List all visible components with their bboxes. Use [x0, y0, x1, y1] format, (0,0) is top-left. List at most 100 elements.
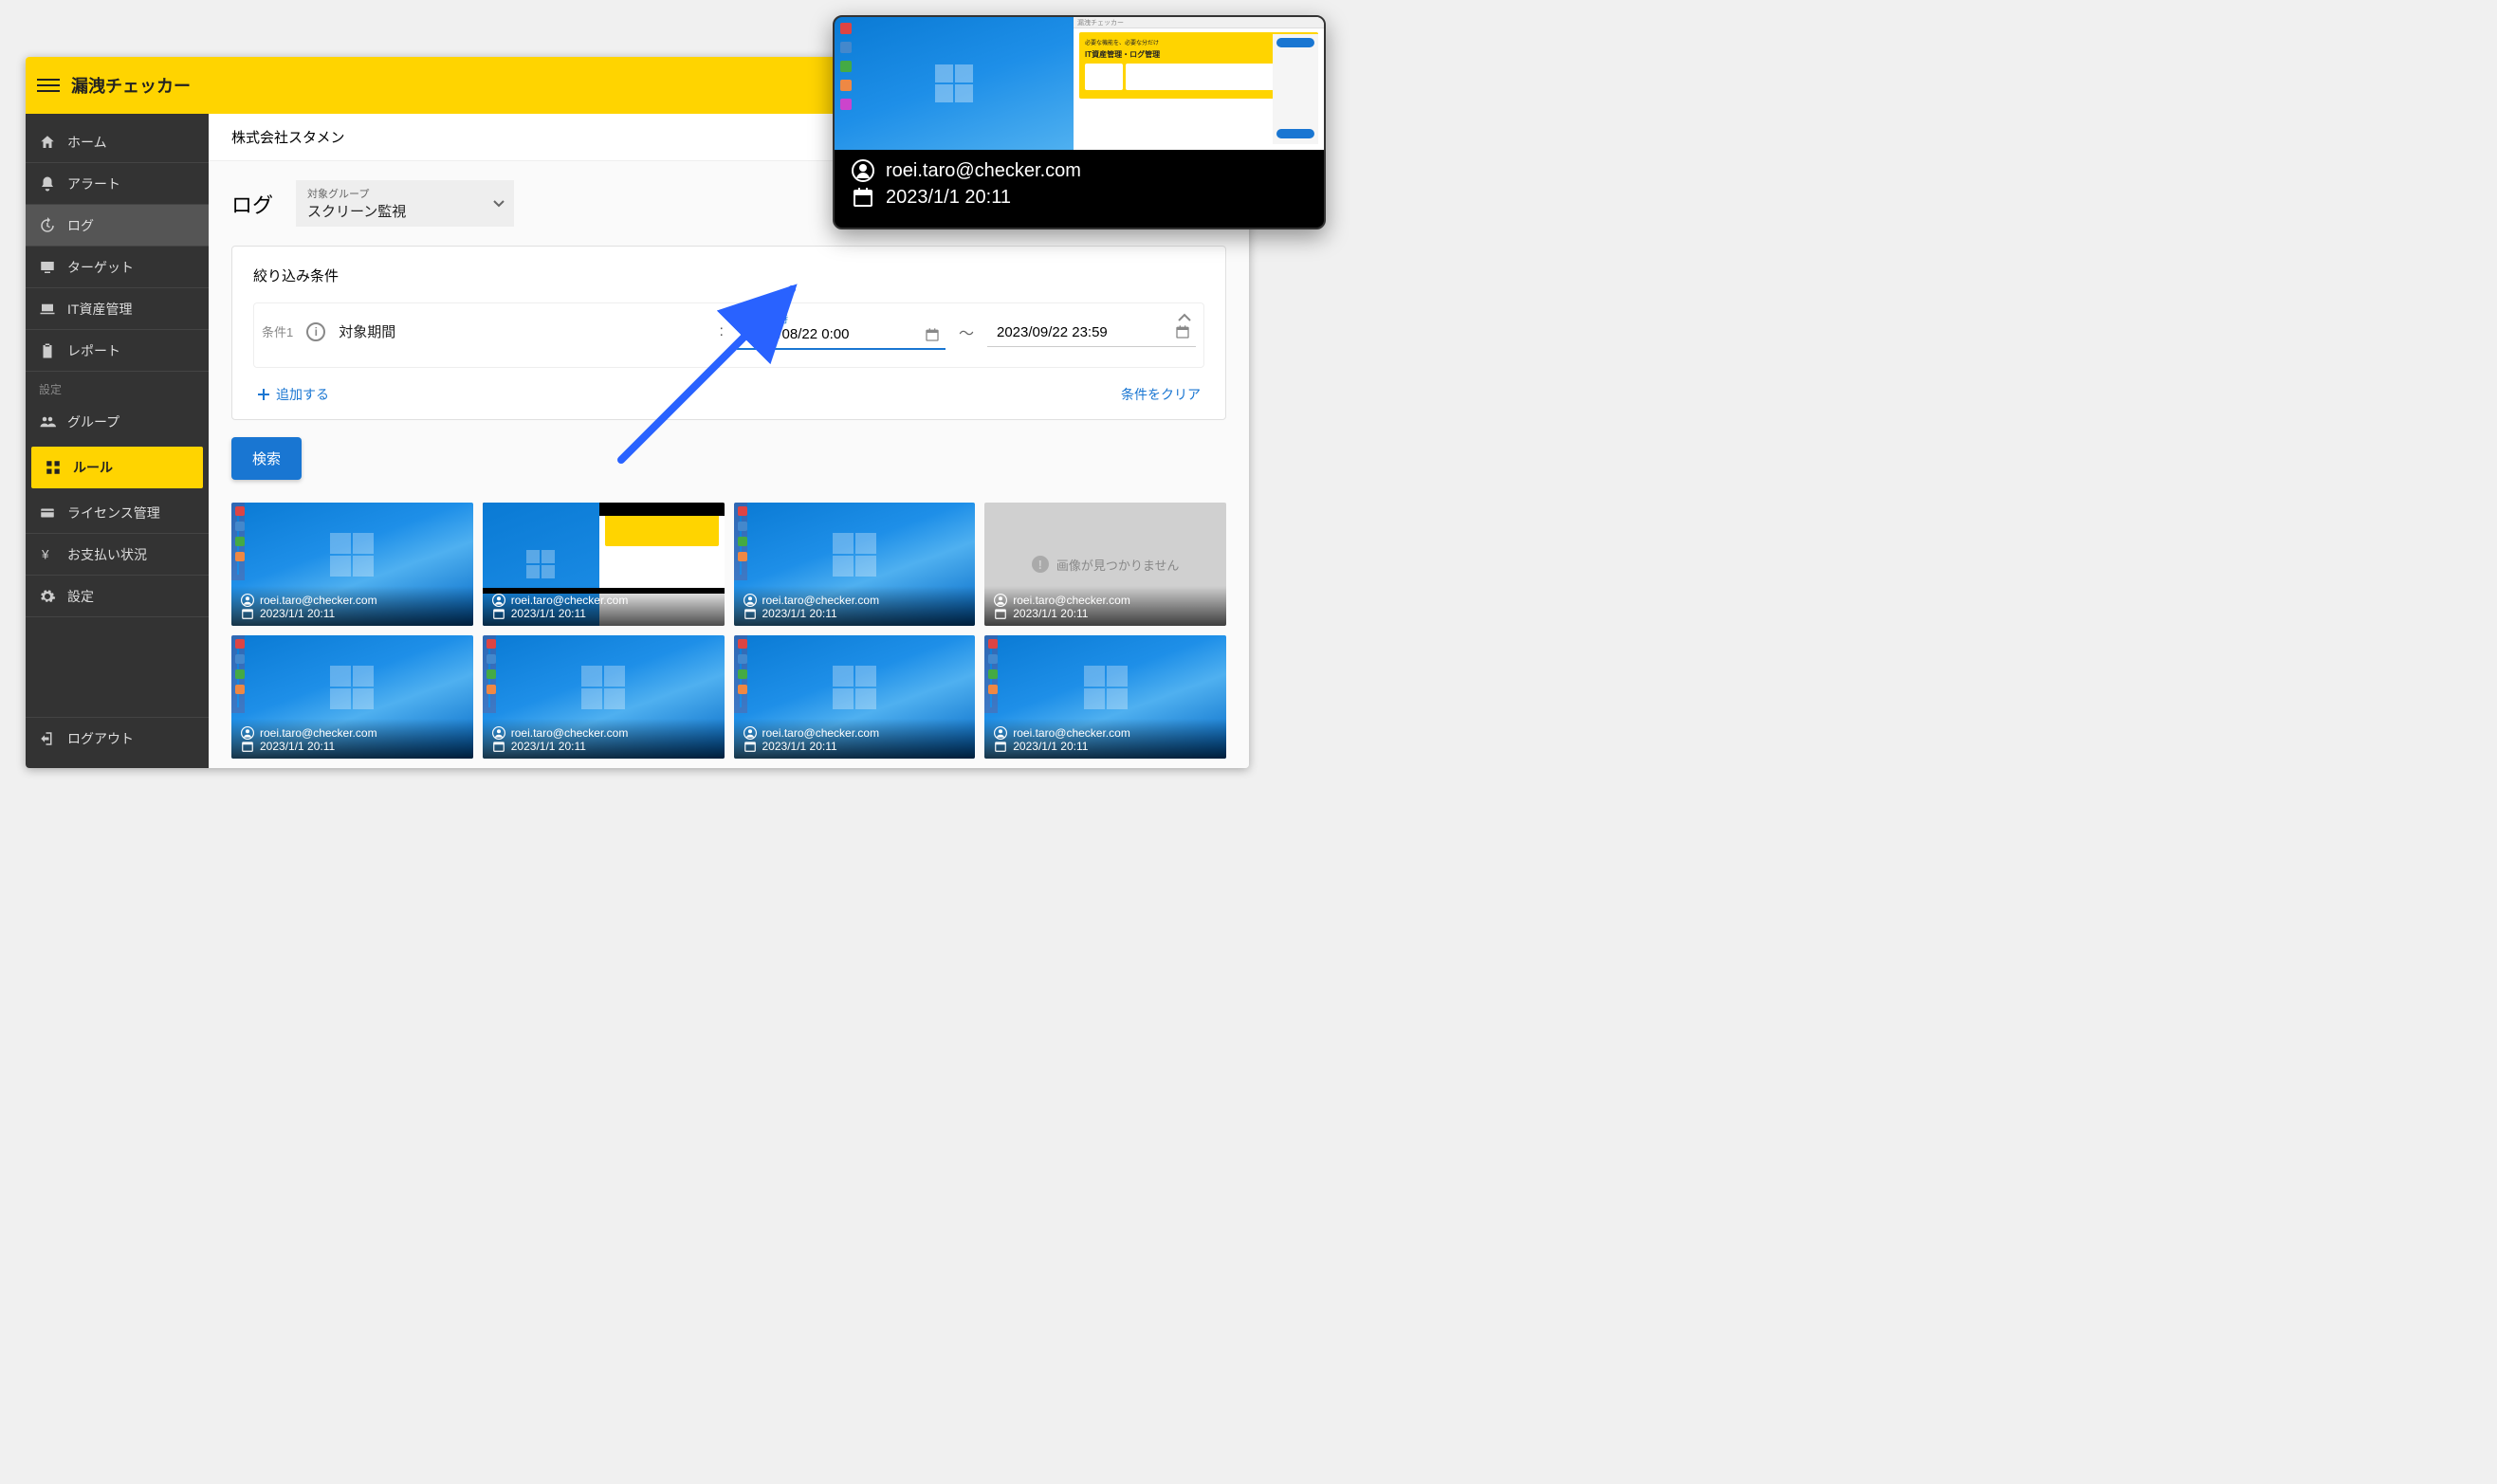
thumbnail-overlay: roei.taro@checker.com 2023/1/1 20:11 — [483, 586, 725, 626]
not-found-text: 画像が見つかりません — [1056, 556, 1180, 574]
thumb-user: roei.taro@checker.com — [260, 726, 377, 740]
person-icon — [852, 159, 874, 182]
card-icon — [39, 504, 56, 522]
sidebar-item-alert[interactable]: アラート — [26, 163, 209, 205]
end-date-input[interactable] — [987, 317, 1196, 347]
calendar-icon[interactable] — [925, 327, 940, 342]
thumbnail-overlay: roei.taro@checker.com 2023/1/1 20:11 — [984, 586, 1226, 626]
sidebar-item-label: 設定 — [67, 587, 94, 606]
sidebar-item-group[interactable]: グループ — [26, 401, 209, 443]
person-icon — [241, 726, 254, 740]
calendar-icon — [852, 186, 874, 209]
grid-icon — [45, 459, 62, 476]
sidebar-item-payment[interactable]: ¥ お支払い状況 — [26, 534, 209, 576]
sidebar-item-rule[interactable]: ルール — [31, 447, 203, 488]
sidebar: ホーム アラート ログ ターゲット IT資産管理 — [26, 114, 209, 768]
sidebar-item-log[interactable]: ログ — [26, 205, 209, 247]
result-thumbnail[interactable]: roei.taro@checker.com 2023/1/1 20:11 — [984, 635, 1226, 759]
logout-button[interactable]: ログアウト — [26, 717, 209, 759]
thumb-user: roei.taro@checker.com — [1013, 594, 1130, 607]
thumbnail-overlay: roei.taro@checker.com 2023/1/1 20:11 — [231, 586, 473, 626]
logout-label: ログアウト — [67, 729, 134, 748]
collapse-icon[interactable] — [1177, 313, 1192, 322]
thumbnail-overlay: roei.taro@checker.com 2023/1/1 20:11 — [734, 719, 976, 759]
thumbnail-overlay: roei.taro@checker.com 2023/1/1 20:11 — [231, 719, 473, 759]
sidebar-item-label: アラート — [67, 174, 120, 193]
result-thumbnail[interactable]: ! 画像が見つかりません roei.taro@checker.com 2023/1… — [984, 503, 1226, 626]
result-thumbnail[interactable]: roei.taro@checker.com 2023/1/1 20:11 — [231, 635, 473, 759]
calendar-icon — [241, 607, 254, 620]
sidebar-item-home[interactable]: ホーム — [26, 121, 209, 163]
company-name: 株式会社スタメン — [231, 127, 345, 147]
calendar-icon — [492, 607, 505, 620]
add-label: 追加する — [276, 385, 329, 404]
sidebar-item-label: ターゲット — [67, 258, 134, 277]
add-condition-button[interactable]: 追加する — [257, 385, 329, 404]
result-thumbnail[interactable]: roei.taro@checker.com 2023/1/1 20:11 — [231, 503, 473, 626]
sidebar-item-itasset[interactable]: IT資産管理 — [26, 288, 209, 330]
history-icon — [39, 217, 56, 234]
result-thumbnail[interactable]: roei.taro@checker.com 2023/1/1 20:11 — [734, 503, 976, 626]
warning-icon: ! — [1032, 556, 1049, 573]
thumb-user: roei.taro@checker.com — [511, 726, 629, 740]
preview-popup: 漏洩チェッカー 必要な機能を、必要な分だけ IT資産管理・ログ管理 roei.t… — [833, 15, 1326, 229]
popup-user: roei.taro@checker.com — [886, 160, 1081, 182]
popup-time: 2023/1/1 20:11 — [886, 187, 1011, 209]
thumbnail-overlay: roei.taro@checker.com 2023/1/1 20:11 — [984, 719, 1226, 759]
thumb-user: roei.taro@checker.com — [511, 594, 629, 607]
filter-card: 絞り込み条件 条件1 i 対象期間 : 開始日時 〜 — [231, 246, 1226, 420]
colon: : — [720, 323, 724, 340]
start-date-field[interactable]: 開始日時 — [737, 313, 946, 350]
thumb-time: 2023/1/1 20:11 — [1013, 607, 1088, 620]
group-select-label: 対象グループ — [307, 186, 484, 201]
calendar-icon — [994, 607, 1007, 620]
thumb-time: 2023/1/1 20:11 — [762, 740, 837, 753]
calendar-icon — [744, 607, 757, 620]
monitor-icon — [39, 259, 56, 276]
group-select[interactable]: 対象グループ スクリーン監視 — [296, 180, 514, 227]
thumb-time: 2023/1/1 20:11 — [260, 740, 335, 753]
calendar-icon[interactable] — [1175, 324, 1190, 339]
logout-icon — [39, 730, 56, 747]
sidebar-item-settings[interactable]: 設定 — [26, 576, 209, 617]
sidebar-item-report[interactable]: レポート — [26, 330, 209, 372]
info-icon[interactable]: i — [306, 322, 325, 341]
person-icon — [744, 594, 757, 607]
home-icon — [39, 134, 56, 151]
sidebar-item-label: IT資産管理 — [67, 300, 132, 319]
yen-icon: ¥ — [39, 546, 56, 563]
thumb-user: roei.taro@checker.com — [762, 726, 880, 740]
page-title: ログ — [231, 189, 273, 219]
group-select-value: スクリーン監視 — [307, 201, 484, 221]
chevron-down-icon — [493, 200, 505, 208]
thumb-time: 2023/1/1 20:11 — [260, 607, 335, 620]
person-icon — [241, 594, 254, 607]
start-date-label: 開始日時 — [746, 311, 788, 326]
sidebar-item-label: ライセンス管理 — [67, 504, 160, 522]
preview-image: 漏洩チェッカー 必要な機能を、必要な分だけ IT資産管理・ログ管理 — [835, 17, 1324, 150]
result-thumbnail[interactable]: roei.taro@checker.com 2023/1/1 20:11 — [734, 635, 976, 759]
sidebar-item-label: ホーム — [67, 133, 107, 152]
clipboard-icon — [39, 342, 56, 359]
calendar-icon — [241, 740, 254, 753]
end-date-field[interactable] — [987, 317, 1196, 347]
result-thumbnail[interactable]: roei.taro@checker.com 2023/1/1 20:11 — [483, 635, 725, 759]
hamburger-icon[interactable] — [37, 74, 60, 97]
thumbnail-overlay: roei.taro@checker.com 2023/1/1 20:11 — [483, 719, 725, 759]
sidebar-item-label: レポート — [67, 341, 120, 360]
clear-conditions-button[interactable]: 条件をクリア — [1121, 385, 1201, 404]
tilde: 〜 — [959, 321, 974, 343]
thumb-time: 2023/1/1 20:11 — [1013, 740, 1088, 753]
person-icon — [994, 726, 1007, 740]
person-icon — [744, 726, 757, 740]
group-icon — [39, 413, 56, 431]
calendar-icon — [994, 740, 1007, 753]
svg-text:¥: ¥ — [41, 547, 49, 561]
person-icon — [492, 594, 505, 607]
person-icon — [492, 726, 505, 740]
search-button[interactable]: 検索 — [231, 437, 302, 480]
result-thumbnail[interactable]: roei.taro@checker.com 2023/1/1 20:11 — [483, 503, 725, 626]
sidebar-item-target[interactable]: ターゲット — [26, 247, 209, 288]
sidebar-item-license[interactable]: ライセンス管理 — [26, 492, 209, 534]
sidebar-item-label: お支払い状況 — [67, 545, 147, 564]
